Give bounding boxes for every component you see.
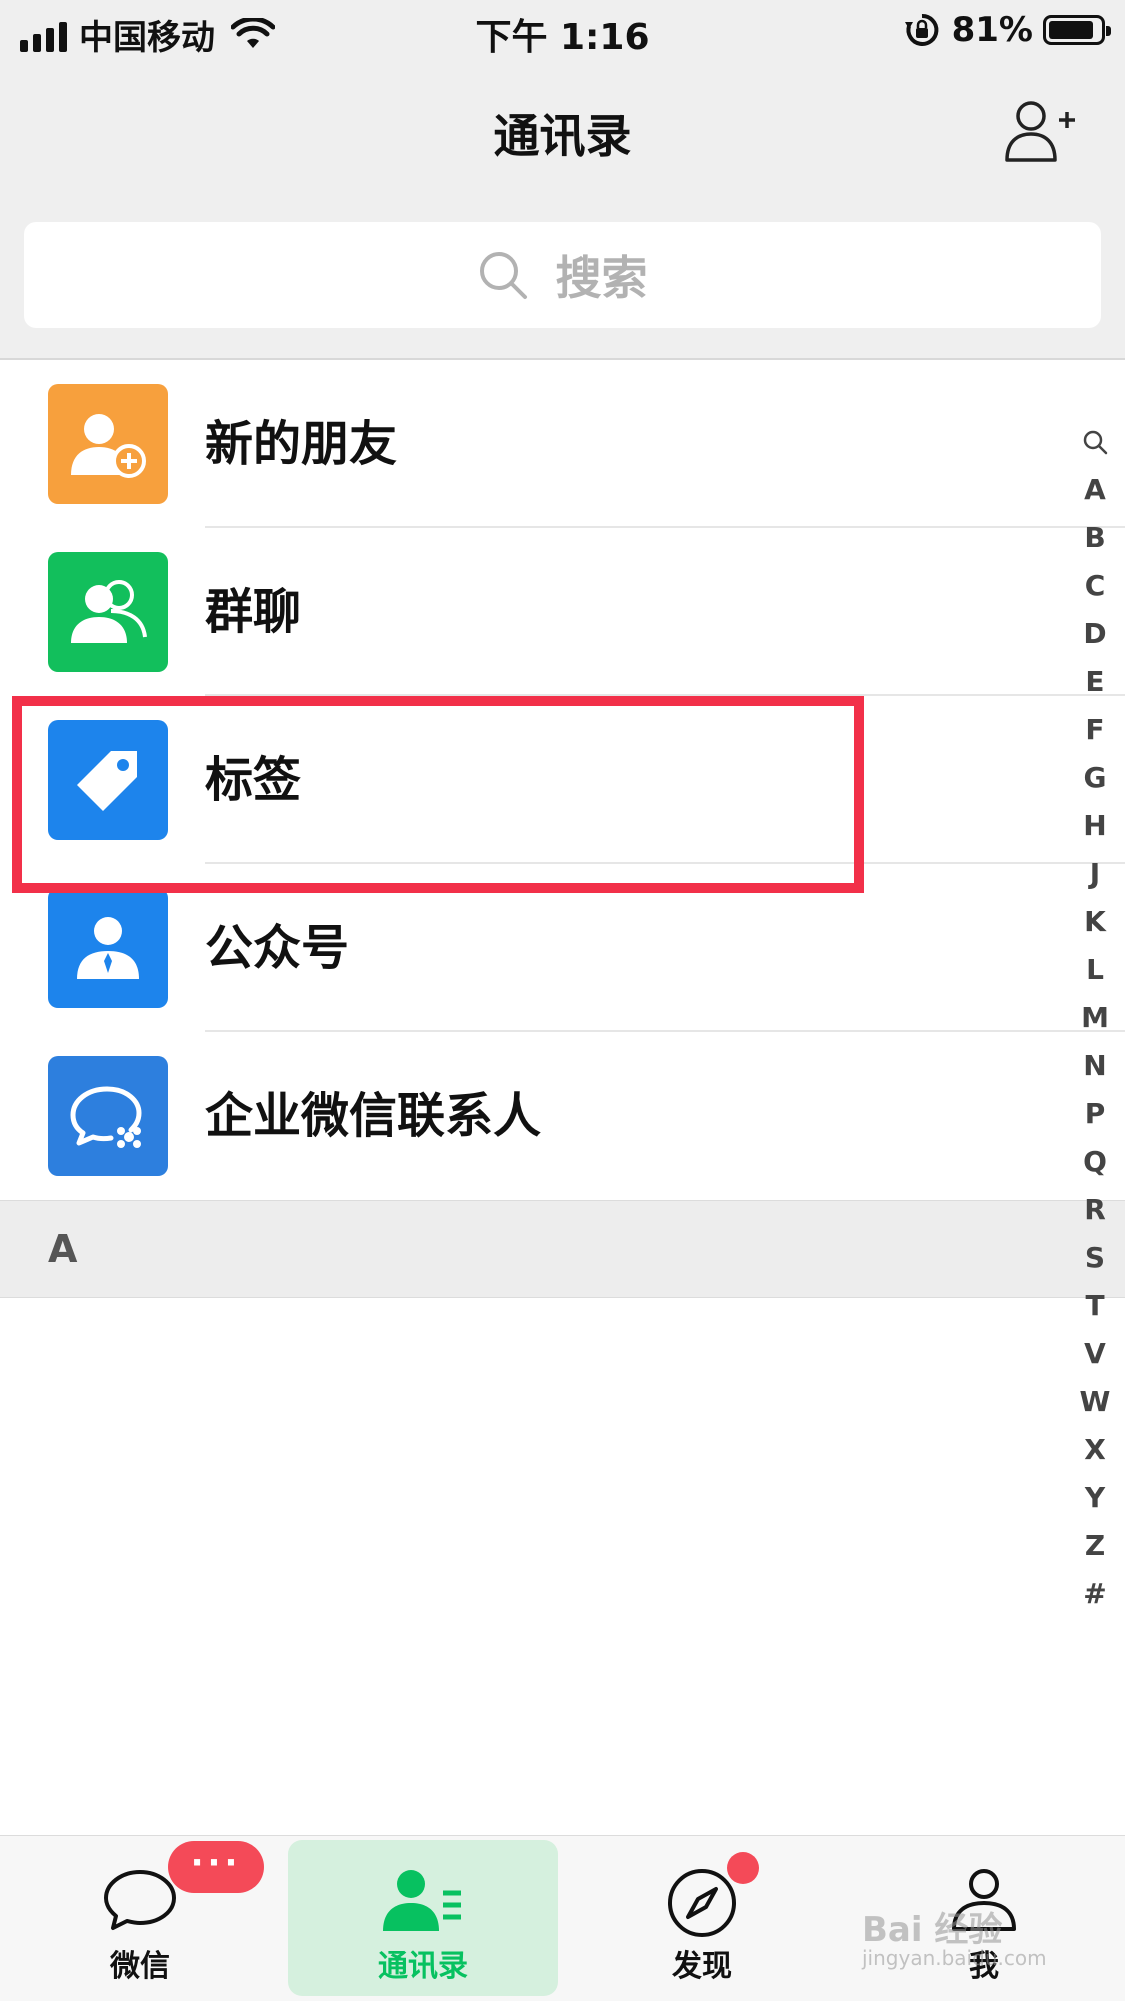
section-letter: A — [48, 1227, 78, 1271]
nav-bar: 通讯录 — [0, 62, 1125, 192]
index-letter[interactable]: M — [1070, 994, 1120, 1042]
search-icon — [479, 252, 527, 299]
tags-row[interactable]: 标签 — [0, 696, 1125, 864]
add-contact-icon[interactable] — [1003, 98, 1075, 164]
index-letter[interactable]: A — [1070, 466, 1120, 514]
index-letter[interactable]: # — [1070, 1570, 1120, 1618]
wecom-contacts-label: 企业微信联系人 — [205, 1088, 542, 1144]
compass-icon — [668, 1869, 736, 1937]
notification-dot — [727, 1852, 759, 1884]
index-letter[interactable]: F — [1070, 706, 1120, 754]
index-letter[interactable]: P — [1070, 1090, 1120, 1138]
index-letters: A B C D E F G H J K L M N P Q R S T V W … — [1070, 466, 1120, 1618]
index-letter[interactable]: T — [1070, 1282, 1120, 1330]
add-friend-icon — [48, 384, 168, 504]
page-title: 通讯录 — [493, 109, 632, 163]
index-letter[interactable]: G — [1070, 754, 1120, 802]
tab-label: 发现 — [672, 1949, 732, 1984]
status-right: 81% — [904, 10, 1111, 50]
index-letter[interactable]: K — [1070, 898, 1120, 946]
index-letter[interactable]: R — [1070, 1186, 1120, 1234]
new-friends-label: 新的朋友 — [205, 416, 398, 472]
battery-percent: 81% — [951, 10, 1033, 50]
wecom-contacts-row[interactable]: 企业微信联系人 — [0, 1032, 1125, 1200]
index-letter[interactable]: L — [1070, 946, 1120, 994]
index-letter[interactable]: J — [1070, 850, 1120, 898]
function-list: 新的朋友 群聊 标签 公众号 企业微信联系人 — [0, 360, 1125, 1200]
official-account-icon — [48, 888, 168, 1008]
index-letter[interactable]: X — [1070, 1426, 1120, 1474]
index-letter[interactable]: S — [1070, 1234, 1120, 1282]
tab-label: 通讯录 — [378, 1949, 468, 1984]
section-header: A — [0, 1200, 1125, 1298]
watermark: Bai 经验 — [862, 1910, 1003, 1950]
official-accounts-row[interactable]: 公众号 — [0, 864, 1125, 1032]
watermark-url: jingyan.baidu.com — [862, 1946, 1047, 1970]
tags-label: 标签 — [205, 752, 302, 808]
index-letter[interactable]: Y — [1070, 1474, 1120, 1522]
wecom-contact-icon — [48, 1056, 168, 1176]
new-friends-row[interactable]: 新的朋友 — [0, 360, 1125, 528]
search-area: 搜索 — [0, 192, 1125, 360]
group-chat-icon — [48, 552, 168, 672]
index-letter[interactable]: V — [1070, 1330, 1120, 1378]
battery-icon — [1043, 15, 1111, 45]
contacts-screen: 中国移动 下午 1:16 81% 通讯录 搜索 新的朋友 群聊 标签 公众号 企… — [0, 0, 1125, 2001]
index-letter[interactable]: C — [1070, 562, 1120, 610]
index-letter[interactable]: H — [1070, 802, 1120, 850]
index-letter[interactable]: Z — [1070, 1522, 1120, 1570]
index-letter[interactable]: N — [1070, 1042, 1120, 1090]
chat-bubble-icon — [104, 1870, 176, 1930]
official-accounts-label: 公众号 — [205, 920, 350, 976]
group-chat-label: 群聊 — [205, 584, 302, 640]
index-letter[interactable]: W — [1070, 1378, 1120, 1426]
contacts-icon — [383, 1870, 461, 1931]
index-letter[interactable]: E — [1070, 658, 1120, 706]
search-input[interactable]: 搜索 — [24, 222, 1101, 328]
index-letter[interactable]: D — [1070, 610, 1120, 658]
tab-label: 微信 — [110, 1949, 170, 1984]
tag-icon — [48, 720, 168, 840]
group-chat-row[interactable]: 群聊 — [0, 528, 1125, 696]
rotation-lock-icon — [904, 13, 938, 46]
tab-contacts[interactable]: 通讯录 — [363, 1835, 483, 2001]
index-search-icon[interactable] — [1082, 429, 1108, 455]
status-bar: 中国移动 下午 1:16 81% — [0, 0, 1125, 62]
index-letter[interactable]: B — [1070, 514, 1120, 562]
index-letter[interactable]: Q — [1070, 1138, 1120, 1186]
search-placeholder: 搜索 — [555, 251, 648, 305]
unread-badge: ··· — [168, 1841, 264, 1893]
alphabet-index-bar[interactable]: A B C D E F G H J K L M N P Q R S T V W … — [1070, 418, 1120, 1618]
